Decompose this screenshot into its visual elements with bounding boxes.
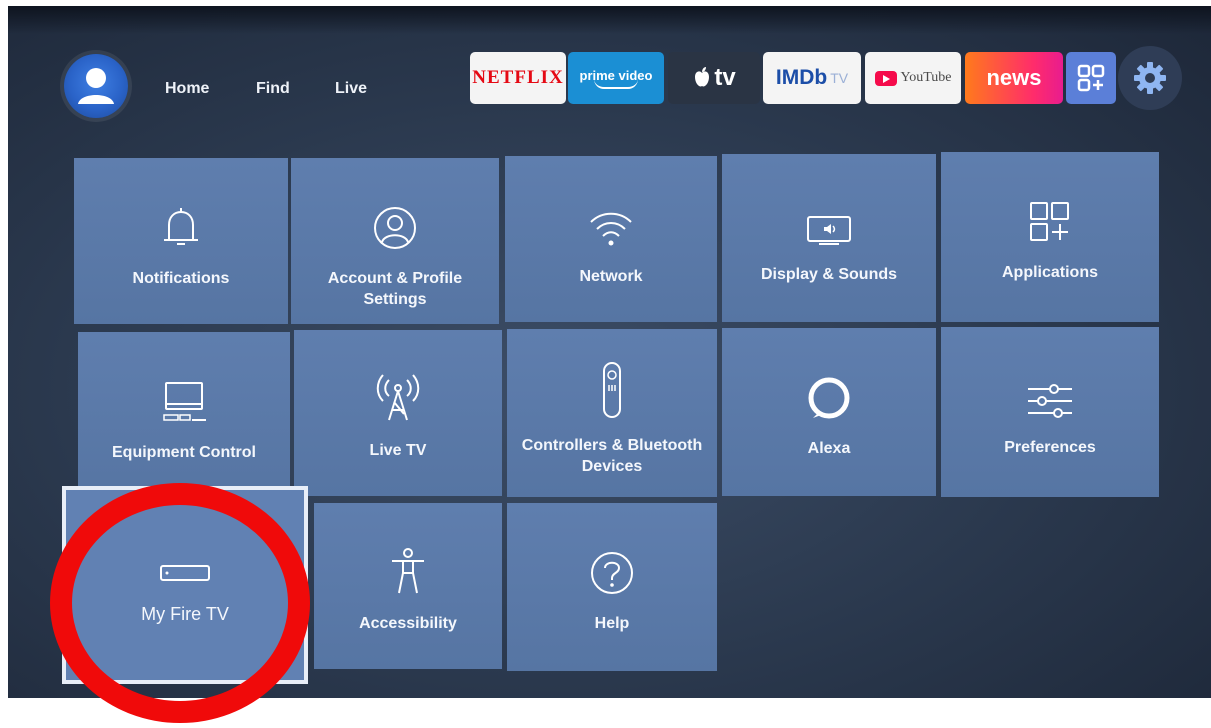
tile-live-tv[interactable]: Live TV [294, 330, 502, 496]
user-icon [78, 68, 114, 104]
imdb-tv-label: TV [830, 70, 849, 86]
netflix-app[interactable]: NETFLIX [470, 52, 566, 104]
antenna-icon [376, 374, 420, 421]
tile-label: Notifications [132, 270, 230, 287]
tile-preferences[interactable]: Preferences [941, 327, 1159, 497]
youtube-play-icon [874, 70, 897, 86]
apple-tv-logo: tv [714, 64, 736, 91]
accessibility-icon [392, 548, 424, 594]
apple-tv-app[interactable]: tv [668, 52, 760, 104]
netflix-logo: NETFLIX [472, 67, 564, 88]
gear-icon [1134, 62, 1166, 94]
tile-applications[interactable]: Applications [941, 152, 1159, 322]
tile-notifications[interactable]: Notifications [74, 158, 288, 324]
settings-button[interactable] [1118, 46, 1182, 110]
tile-controllers-bluetooth[interactable]: Controllers & Bluetooth Devices [507, 329, 717, 497]
tile-label: Display & Sounds [760, 266, 898, 283]
news-logo: news [986, 65, 1042, 90]
tile-label: Controllers & Bluetooth Devices [521, 437, 703, 475]
prime-smile-icon [594, 79, 638, 89]
tile-label: Preferences [1004, 439, 1096, 456]
tile-accessibility[interactable]: Accessibility [314, 503, 502, 669]
prime-video-app[interactable]: prime video [568, 52, 664, 104]
youtube-app[interactable]: YouTube [865, 52, 961, 104]
monitor-icon [163, 382, 206, 421]
help-icon [591, 552, 633, 594]
nav-home[interactable]: Home [165, 80, 209, 98]
remote-icon [603, 362, 621, 418]
tile-label: Live TV [369, 442, 427, 459]
tile-label: Account & Profile Settings [327, 270, 463, 308]
imdb-tv-app[interactable]: IMDb TV [763, 52, 861, 104]
tv-speaker-icon [807, 216, 851, 245]
bell-icon [164, 208, 198, 245]
fire-tv-stick-icon [160, 565, 210, 581]
tile-display-sounds[interactable]: Display & Sounds [722, 154, 936, 322]
app-library-button[interactable] [1066, 52, 1116, 104]
wifi-icon [590, 212, 632, 246]
apps-grid-icon [1030, 202, 1069, 241]
nav-live[interactable]: Live [335, 80, 367, 98]
alexa-ring-icon [808, 377, 850, 419]
profile-avatar[interactable] [64, 54, 128, 118]
sliders-icon [1028, 384, 1072, 418]
apple-icon [695, 67, 710, 87]
fire-tv-settings-screen: Home Find Live NETFLIX prime video tv IM… [8, 6, 1211, 698]
tile-alexa[interactable]: Alexa [722, 328, 936, 496]
tile-my-fire-tv[interactable]: My Fire TV [62, 486, 308, 684]
tile-label: My Fire TV [141, 604, 229, 624]
apps-grid-icon [1077, 64, 1105, 92]
tile-equipment-control[interactable]: Equipment Control [78, 332, 290, 496]
tile-help[interactable]: Help [507, 503, 717, 671]
tile-account-profile[interactable]: Account & Profile Settings [291, 158, 499, 324]
youtube-logo: YouTube [900, 70, 952, 85]
imdb-logo: IMDb [775, 66, 828, 89]
tile-label: Accessibility [359, 615, 457, 632]
tile-network[interactable]: Network [505, 156, 717, 322]
tile-label: Help [594, 615, 630, 632]
user-circle-icon [374, 207, 416, 249]
tile-label: Alexa [807, 440, 851, 457]
tile-label: Network [579, 268, 643, 285]
news-app[interactable]: news [965, 52, 1063, 104]
tile-label: Equipment Control [112, 444, 256, 461]
tile-label: Applications [1001, 264, 1098, 281]
nav-find[interactable]: Find [256, 80, 290, 98]
